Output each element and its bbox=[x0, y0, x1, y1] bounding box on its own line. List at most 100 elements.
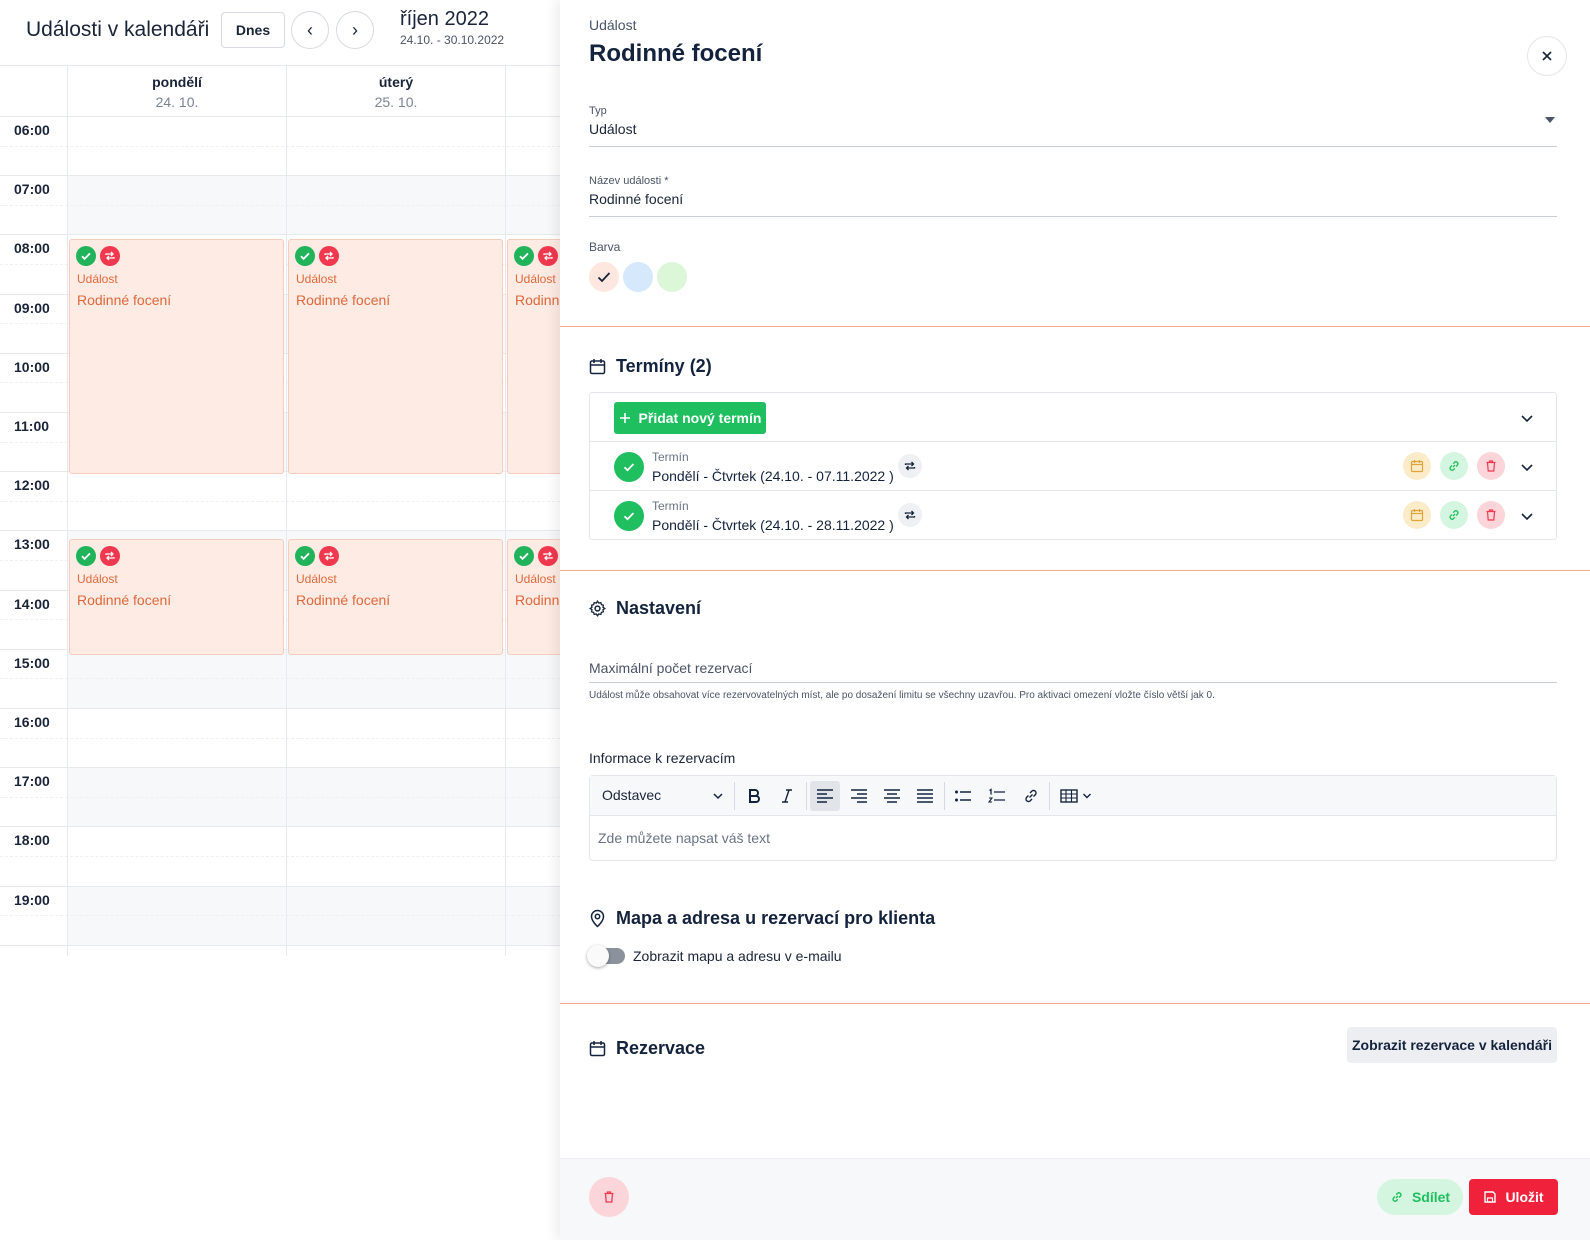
bulleted-list-button[interactable] bbox=[948, 781, 978, 811]
trash-icon bbox=[1486, 509, 1496, 521]
check-icon bbox=[76, 246, 96, 266]
event-name: Rodinné focení bbox=[515, 292, 560, 308]
numbered-list-icon bbox=[988, 788, 1005, 803]
chevron-down-icon[interactable] bbox=[1519, 459, 1535, 475]
event-type: Událost bbox=[77, 272, 118, 286]
term-row[interactable]: Termín Pondělí - Čtvrtek (24.10. - 28.11… bbox=[590, 490, 1556, 539]
calendar-event[interactable]: Událost Rodinné focení bbox=[69, 239, 284, 474]
settings-title: Nastavení bbox=[616, 598, 702, 618]
editor-placeholder[interactable]: Zde můžete napsat váš text bbox=[598, 830, 770, 846]
day-date: 25. 10. bbox=[374, 94, 418, 110]
map-toggle[interactable] bbox=[587, 945, 625, 967]
next-week-button[interactable]: › bbox=[336, 11, 374, 49]
section-divider bbox=[560, 1003, 1590, 1004]
grid-half-hour-line bbox=[0, 796, 560, 798]
event-type: Událost bbox=[296, 572, 337, 586]
type-select[interactable]: Typ Událost bbox=[589, 105, 1557, 147]
calendar-view: Události v kalendáři Dnes ‹ › říjen 2022… bbox=[0, 0, 560, 1240]
color-swatch-green[interactable] bbox=[657, 262, 687, 292]
check-icon bbox=[295, 246, 315, 266]
check-icon bbox=[597, 272, 611, 283]
paragraph-format-select[interactable]: Odstavec bbox=[602, 787, 724, 803]
event-type: Událost bbox=[296, 272, 337, 286]
term-delete-button[interactable] bbox=[1477, 452, 1505, 480]
term-delete-button[interactable] bbox=[1477, 501, 1505, 529]
delete-event-button[interactable] bbox=[589, 1177, 629, 1217]
grid-hour-line bbox=[0, 885, 560, 887]
term-calendar-button[interactable] bbox=[1403, 452, 1431, 480]
day-name: úterý bbox=[378, 74, 414, 90]
align-right-icon bbox=[851, 789, 867, 803]
max-reservations-input[interactable]: Maximální počet rezervací bbox=[589, 660, 1557, 683]
calendar-event[interactable]: Událost Rodinné focení bbox=[69, 539, 284, 655]
calendar-event[interactable]: Událost Rodinné focení bbox=[288, 239, 503, 474]
repeat-icon bbox=[538, 546, 558, 566]
share-button[interactable]: Sdílet bbox=[1377, 1179, 1463, 1215]
term-row[interactable]: Termín Pondělí - Čtvrtek (24.10. - 07.11… bbox=[590, 441, 1556, 490]
close-button[interactable] bbox=[1527, 36, 1567, 76]
toolbar-separator bbox=[806, 782, 807, 810]
chevron-down-icon[interactable] bbox=[1519, 410, 1535, 426]
grid-column-line bbox=[67, 66, 68, 956]
month-label: říjen 2022 bbox=[400, 8, 489, 30]
event-type: Událost bbox=[77, 572, 118, 586]
grid-hour-line bbox=[0, 116, 560, 117]
color-swatch-blue[interactable] bbox=[623, 262, 653, 292]
toolbar-separator bbox=[734, 782, 735, 810]
toolbar-separator bbox=[944, 782, 945, 810]
caret-down-icon bbox=[1545, 117, 1555, 123]
map-toggle-label: Zobrazit mapu a adresu v e-mailu bbox=[633, 948, 842, 964]
day-header-wednesday[interactable] bbox=[505, 66, 560, 116]
gear-icon bbox=[589, 600, 606, 617]
check-icon bbox=[514, 546, 534, 566]
link-icon bbox=[1025, 789, 1037, 803]
chevron-left-icon: ‹ bbox=[307, 19, 313, 40]
term-link-button[interactable] bbox=[1440, 452, 1468, 480]
event-name: Rodinné focení bbox=[77, 292, 172, 308]
term-calendar-button[interactable] bbox=[1403, 501, 1431, 529]
align-center-button[interactable] bbox=[877, 781, 907, 811]
terms-title: Termíny (2) bbox=[616, 356, 712, 376]
hour-label: 07:00 bbox=[14, 181, 50, 198]
align-left-icon bbox=[817, 789, 833, 803]
day-header-monday[interactable]: pondělí 24. 10. bbox=[67, 66, 286, 116]
week-range: 24.10. - 30.10.2022 bbox=[400, 33, 505, 47]
bold-button[interactable] bbox=[739, 781, 769, 811]
check-icon bbox=[514, 246, 534, 266]
insert-table-button[interactable] bbox=[1054, 781, 1098, 811]
panel-kicker: Událost bbox=[589, 17, 637, 33]
link-button[interactable] bbox=[1016, 781, 1046, 811]
grid-half-hour-line bbox=[0, 145, 560, 147]
event-name-field[interactable]: Název události * Rodinné focení bbox=[589, 175, 1557, 217]
align-justify-button[interactable] bbox=[910, 781, 940, 811]
calendar-event[interactable]: Událost Rodinné focení bbox=[507, 239, 560, 474]
day-header-tuesday[interactable]: úterý 25. 10. bbox=[286, 66, 505, 116]
show-reservations-button[interactable]: Zobrazit rezervace v kalendáři bbox=[1347, 1027, 1557, 1063]
italic-button[interactable] bbox=[772, 781, 802, 811]
add-term-button[interactable]: Přidat nový termín bbox=[614, 402, 766, 434]
color-swatch-peach[interactable] bbox=[589, 262, 619, 292]
today-button[interactable]: Dnes bbox=[221, 12, 285, 48]
link-icon bbox=[1449, 461, 1459, 471]
align-left-button[interactable] bbox=[810, 781, 840, 811]
hour-label: 15:00 bbox=[14, 654, 50, 671]
bulleted-list-icon bbox=[955, 790, 971, 802]
repeat-icon bbox=[319, 546, 339, 566]
max-reservations-helper: Událost může obsahovat více rezervovatel… bbox=[589, 690, 1215, 701]
save-button[interactable]: Uložit bbox=[1469, 1179, 1558, 1215]
numbered-list-button[interactable] bbox=[982, 781, 1012, 811]
align-right-button[interactable] bbox=[844, 781, 874, 811]
prev-week-button[interactable]: ‹ bbox=[291, 11, 329, 49]
hour-label: 18:00 bbox=[14, 832, 50, 849]
chevron-down-icon[interactable] bbox=[1519, 508, 1535, 524]
hour-label: 16:00 bbox=[14, 714, 50, 730]
terms-section-title: Termíny (2) bbox=[589, 356, 712, 377]
calendar-event[interactable]: Událost Rodinné focení bbox=[507, 539, 560, 655]
repeat-icon bbox=[100, 546, 120, 566]
hour-label: 12:00 bbox=[14, 477, 50, 494]
section-divider bbox=[560, 570, 1590, 571]
check-icon bbox=[76, 546, 96, 566]
paragraph-format-value: Odstavec bbox=[602, 787, 662, 803]
term-link-button[interactable] bbox=[1440, 501, 1468, 529]
calendar-event[interactable]: Událost Rodinné focení bbox=[288, 539, 503, 655]
